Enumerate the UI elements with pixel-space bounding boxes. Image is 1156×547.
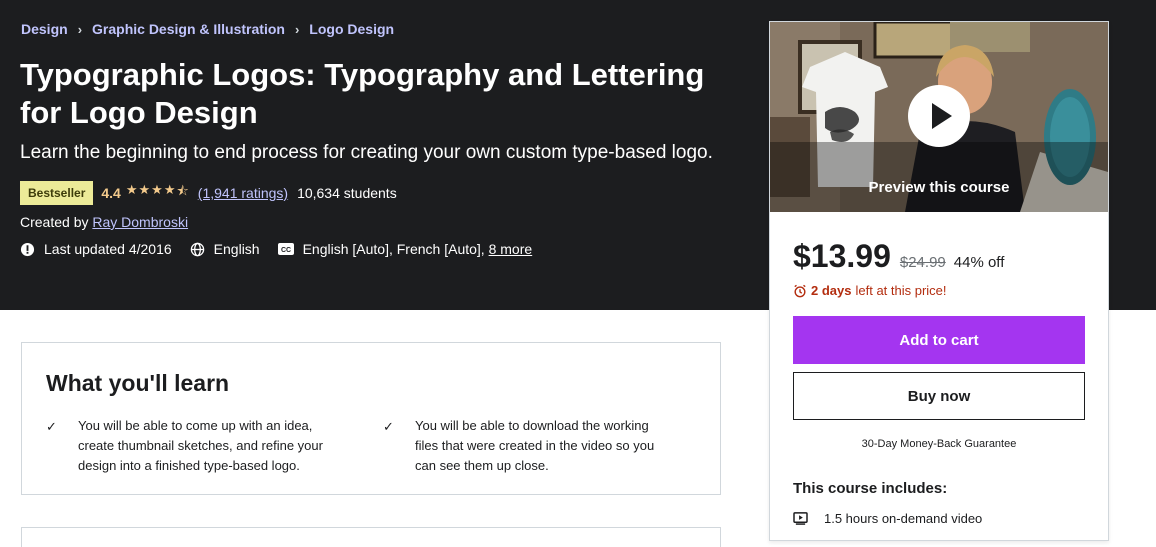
bestseller-badge: Bestseller — [20, 181, 94, 205]
includes-item-video: 1.5 hours on-demand video — [793, 511, 982, 526]
alert-badge-icon — [20, 242, 35, 256]
learn-item: ✓ You will be able to download the worki… — [383, 416, 663, 476]
learn-item: ✓ You will be able to come up with an id… — [46, 416, 326, 476]
video-icon — [793, 512, 808, 525]
instructor-link[interactable]: Ray Dombroski — [92, 214, 188, 230]
course-subtitle: Learn the beginning to end process for c… — [20, 142, 713, 163]
course-preview[interactable]: Preview this course — [770, 22, 1108, 212]
deadline-days: 2 days — [811, 283, 852, 298]
check-icon: ✓ — [383, 419, 394, 434]
last-updated: Last updated 4/2016 — [20, 241, 172, 257]
rating-value: 4.4 — [101, 185, 121, 201]
purchase-sidebar: Preview this course $13.99 $24.99 44% of… — [769, 21, 1109, 541]
chevron-right-icon: › — [294, 21, 300, 37]
rating-row: Bestseller 4.4 ★ ★ ★ ★ ⯪ (1,941 ratings)… — [20, 181, 397, 205]
star-icon: ★ — [125, 182, 138, 197]
breadcrumb: Design › Graphic Design & Illustration ›… — [21, 21, 394, 37]
deadline-text: left at this price! — [855, 283, 947, 298]
language: English — [190, 241, 260, 257]
learn-title: What you'll learn — [46, 370, 230, 396]
buy-now-button[interactable]: Buy now — [793, 372, 1085, 420]
star-icon: ★ — [138, 182, 151, 197]
course-title: Typographic Logos: Typography and Letter… — [20, 57, 705, 130]
students-count: 10,634 students — [297, 185, 397, 201]
breadcrumb-item-logo-design[interactable]: Logo Design — [309, 21, 394, 37]
play-button-icon[interactable] — [908, 85, 970, 147]
discount-percent: 44% off — [953, 254, 1005, 271]
last-updated-text: Last updated 4/2016 — [44, 241, 172, 257]
ratings-count-link[interactable]: (1,941 ratings) — [198, 185, 288, 201]
alarm-clock-icon — [794, 284, 806, 297]
half-star-icon: ⯪ — [176, 183, 189, 198]
sale-deadline: 2 days left at this price! — [793, 283, 947, 298]
learn-item-text: You will be able to come up with an idea… — [78, 418, 323, 473]
original-price: $24.99 — [899, 254, 946, 271]
add-to-cart-button[interactable]: Add to cart — [793, 316, 1085, 364]
preview-label: Preview this course — [868, 179, 1010, 196]
closed-captions-icon: CC — [277, 243, 294, 255]
star-icon: ★ — [151, 182, 163, 197]
course-meta: Last updated 4/2016 English CC English [… — [20, 241, 550, 257]
created-by-label: Created by — [20, 214, 89, 230]
learn-item-text: You will be able to download the working… — [415, 418, 655, 473]
price-row: $13.99 $24.99 44% off — [793, 238, 1004, 275]
includes-item-text: 1.5 hours on-demand video — [824, 511, 983, 526]
more-captions-link[interactable]: 8 more — [489, 241, 533, 257]
includes-title: This course includes: — [793, 480, 948, 497]
next-section-box — [21, 527, 721, 547]
breadcrumb-item-design[interactable]: Design — [21, 21, 68, 37]
what-you-will-learn: What you'll learn ✓ You will be able to … — [21, 342, 721, 495]
created-by: Created by Ray Dombroski — [20, 214, 188, 230]
current-price: $13.99 — [793, 238, 891, 274]
captions: CC English [Auto], French [Auto], 8 more — [277, 241, 533, 257]
star-icon: ★ — [163, 182, 176, 197]
check-icon: ✓ — [46, 419, 57, 434]
breadcrumb-item-graphic-design[interactable]: Graphic Design & Illustration — [92, 21, 285, 37]
globe-icon — [190, 242, 204, 256]
chevron-right-icon: › — [77, 21, 83, 37]
star-rating: ★ ★ ★ ★ ⯪ — [126, 182, 190, 204]
money-back-guarantee: 30-Day Money-Back Guarantee — [861, 438, 1017, 450]
svg-text:CC: CC — [281, 247, 291, 254]
language-text: English — [213, 241, 260, 257]
captions-text: English [Auto], French [Auto], — [302, 241, 485, 257]
